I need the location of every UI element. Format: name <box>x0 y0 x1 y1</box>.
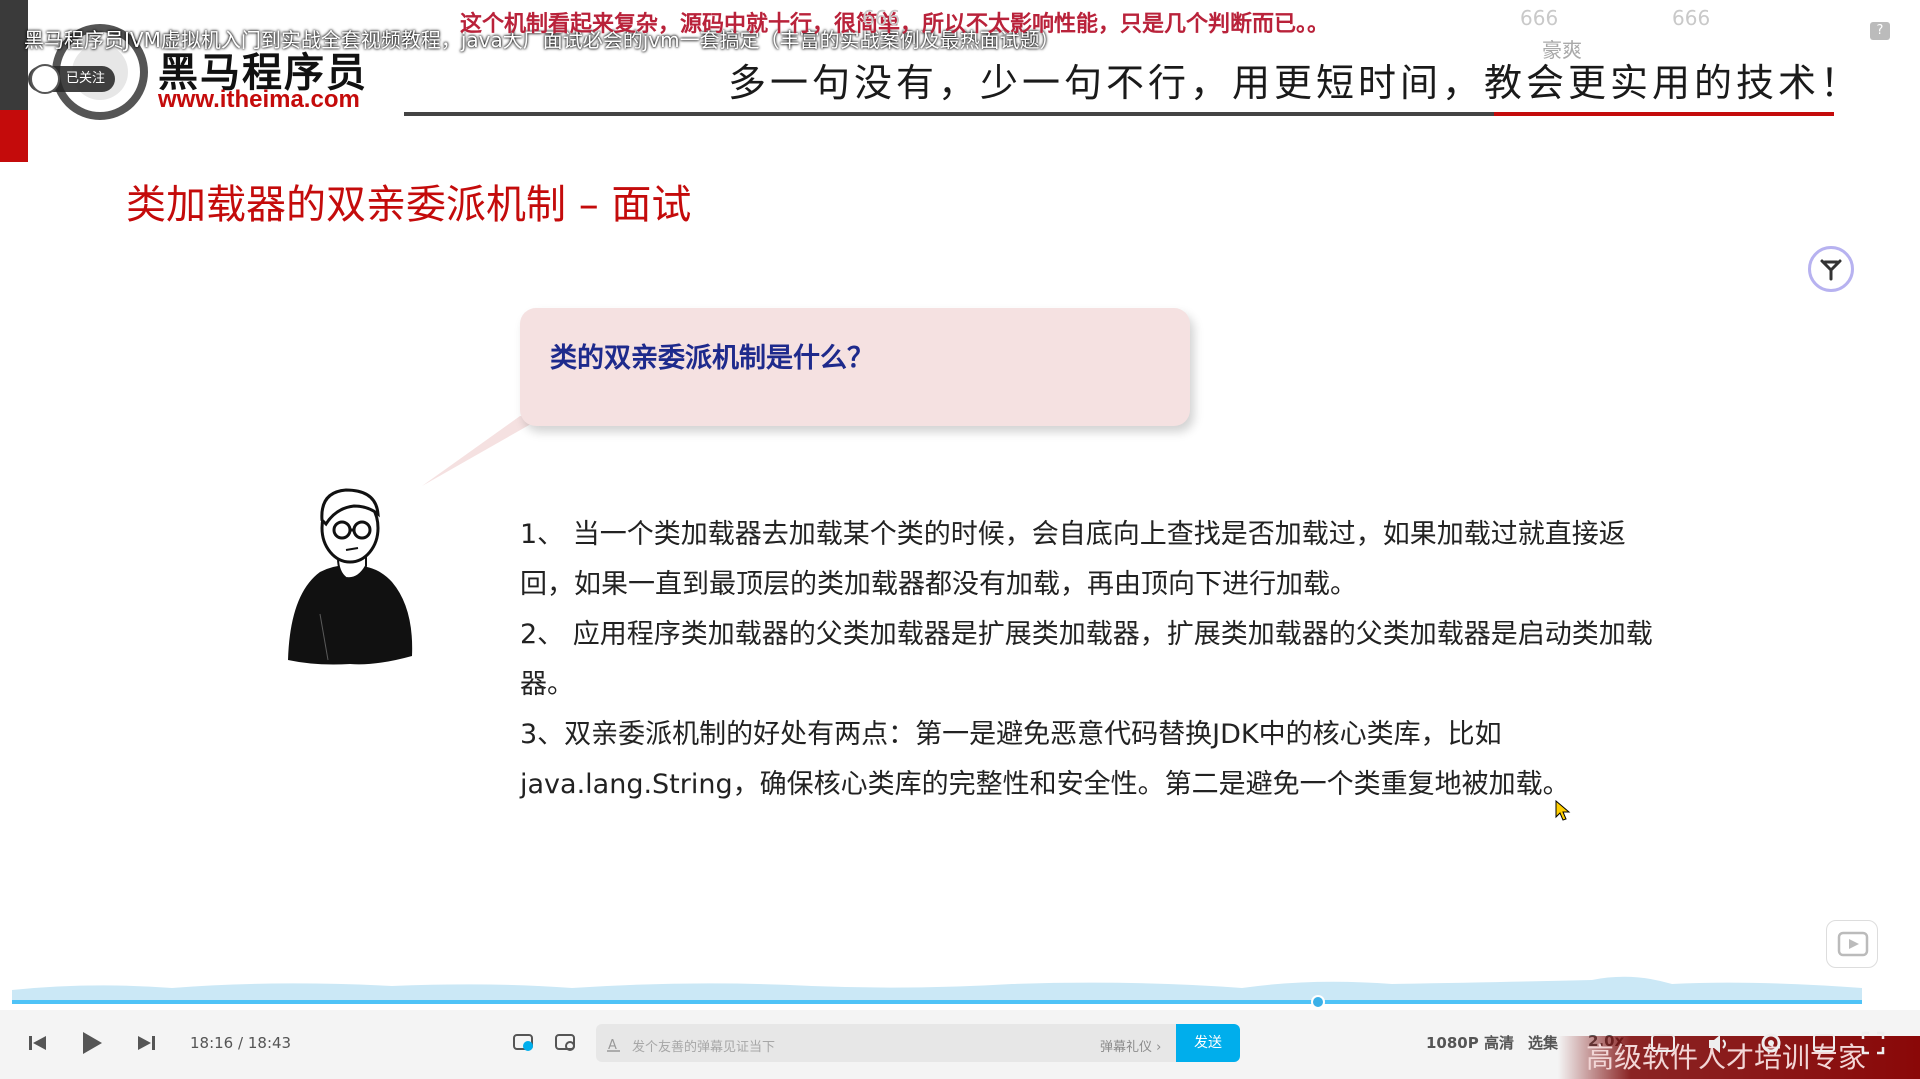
slogan-underline <box>404 112 1494 116</box>
answer-text: 1、 当一个类加载器去加载某个类的时候，会自底向上查找是否加载过，如果加载过就直… <box>520 510 1670 810</box>
cursor-icon <box>1555 800 1571 821</box>
left-edge-strip <box>0 0 28 110</box>
help-icon[interactable]: ? <box>1870 22 1890 40</box>
presenter-illustration <box>288 488 413 665</box>
time-separator: / <box>238 1034 244 1052</box>
danmaku-comment: 666 <box>1520 6 1559 30</box>
fullscreen-icon[interactable] <box>1860 1030 1886 1056</box>
danmaku-comment: 666 <box>862 6 901 30</box>
answer-paragraph: 2、 应用程序类加载器的父类加载器是扩展类加载器，扩展类加载器的父类加载器是启动… <box>520 619 1653 700</box>
play-icon[interactable] <box>80 1030 104 1056</box>
danmaku-placeholder: 发个友善的弹幕见证当下 <box>632 1040 776 1055</box>
danmaku-toggle-icon[interactable] <box>512 1032 536 1054</box>
time-display: 18:16 / 18:43 <box>190 1034 291 1052</box>
quality-selector[interactable]: 1080P 高清 <box>1426 1032 1514 1053</box>
brand-url: www.itheima.com <box>158 86 360 113</box>
question-text: 类的双亲委派机制是什么？ <box>550 343 874 374</box>
picture-in-picture-icon[interactable] <box>1812 1032 1838 1056</box>
danmaku-etiquette-link[interactable]: 弹幕礼仪 › <box>1100 1036 1161 1055</box>
skip-previous-icon[interactable] <box>28 1034 48 1052</box>
danmaku-style-icon[interactable]: A <box>606 1036 622 1052</box>
audio-waveform <box>12 976 1862 1000</box>
left-red-block <box>0 110 28 162</box>
slide-heading: 类加载器的双亲委派机制 – 面试 <box>126 182 692 228</box>
progress-knob[interactable] <box>1311 995 1326 1009</box>
volume-icon[interactable] <box>1706 1032 1732 1056</box>
time-total: 18:43 <box>247 1034 292 1052</box>
uploader-avatar[interactable] <box>30 64 60 94</box>
assistant-icon[interactable] <box>1808 246 1854 292</box>
subtitle-icon[interactable] <box>1650 1032 1678 1056</box>
svg-text:A: A <box>608 1038 617 1052</box>
answer-paragraph: 1、 当一个类加载器去加载某个类的时候，会自底向上查找是否加载过，如果加载过就直… <box>520 519 1626 600</box>
danmaku-settings-icon[interactable] <box>554 1032 578 1054</box>
skip-next-icon[interactable] <box>136 1034 156 1052</box>
danmaku-comment: 666 <box>1672 6 1711 30</box>
answer-paragraph: 3、双亲委派机制的好处有两点：第一是避免恶意代码替换JDK中的核心类库，比如ja… <box>520 719 1570 800</box>
send-button[interactable]: 发送 <box>1176 1024 1240 1062</box>
episodes-button[interactable]: 选集 <box>1528 1032 1558 1053</box>
time-current: 18:16 <box>190 1034 234 1052</box>
slogan: 多一句没有，少一句不行，用更短时间，教会更实用的技术！ <box>728 61 1863 105</box>
gear-icon[interactable] <box>1758 1030 1784 1056</box>
progress-bar[interactable] <box>12 1000 1862 1004</box>
slogan-underline-accent <box>1494 112 1834 116</box>
